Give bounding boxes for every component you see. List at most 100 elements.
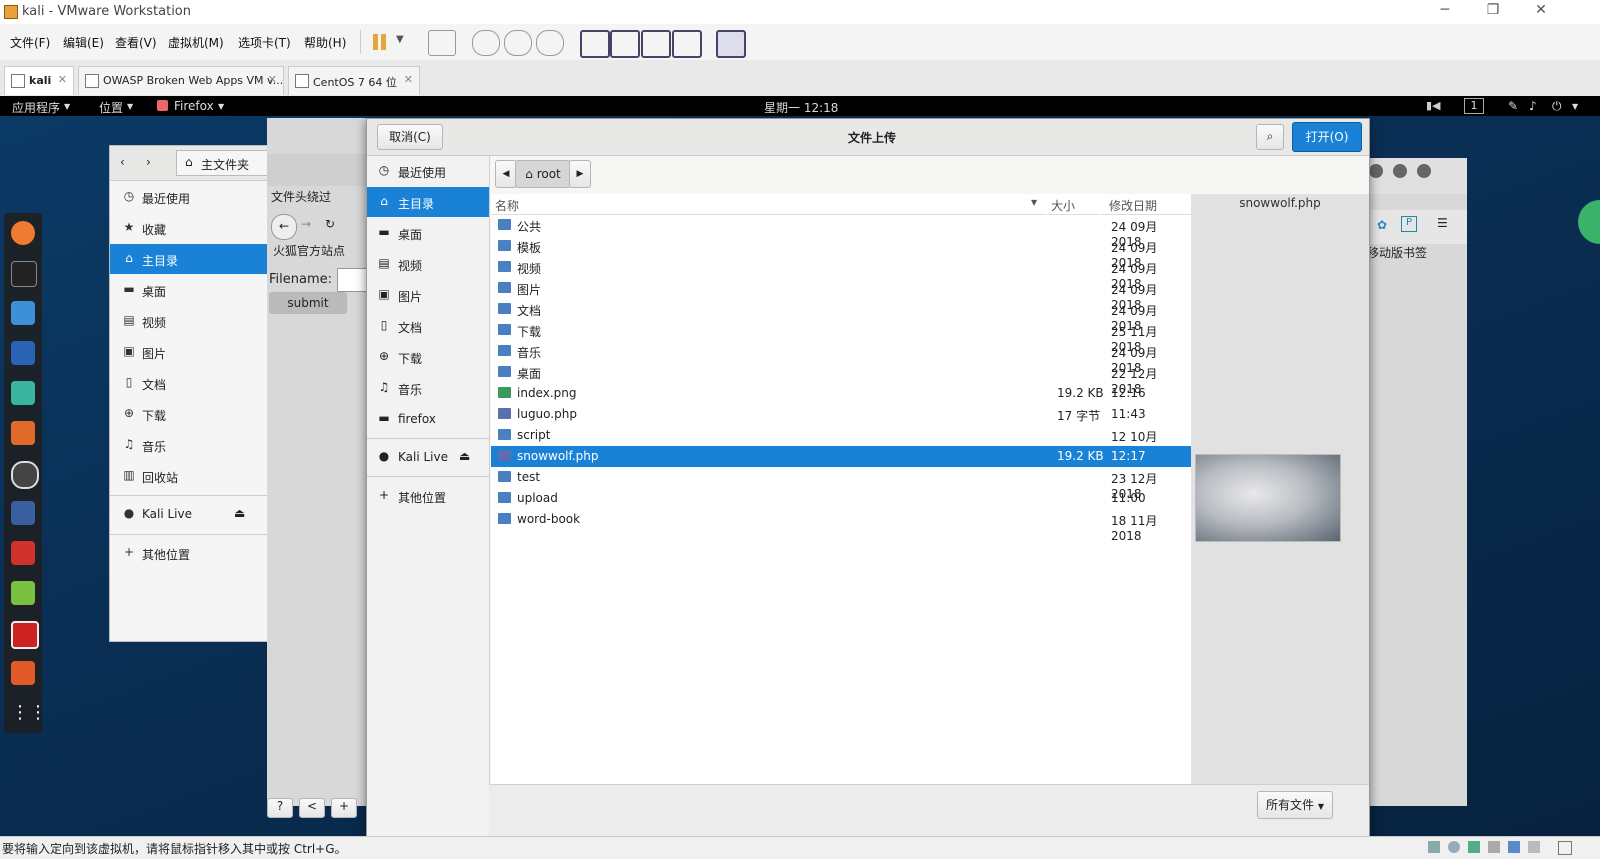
firefox-menu[interactable]: Firefox	[174, 99, 214, 113]
file-row[interactable]: index.png 19.2 KB 12:16	[491, 383, 1191, 404]
file-filter-select[interactable]: 所有文件 ▼	[1257, 791, 1333, 819]
usb-icon[interactable]	[1488, 841, 1500, 853]
sidebar-item-other-locations[interactable]: + 其他位置	[110, 538, 268, 568]
menu-help[interactable]: 帮助(H)	[304, 34, 346, 51]
file-row[interactable]: luguo.php 17 字节 11:43	[491, 404, 1191, 425]
column-name[interactable]: 名称 ▼	[491, 194, 1045, 215]
file-row[interactable]: upload 11:00	[491, 488, 1191, 509]
back-icon[interactable]: ←	[271, 214, 297, 240]
back-icon[interactable]: ‹	[120, 155, 125, 169]
maximize-icon[interactable]	[1393, 164, 1407, 178]
show-library-icon[interactable]	[580, 30, 610, 58]
close-icon[interactable]: ✕	[1518, 2, 1564, 22]
close-icon[interactable]	[1417, 164, 1431, 178]
burpsuite-icon[interactable]	[11, 421, 35, 445]
sidebar-item-firefox[interactable]: ▬ firefox	[367, 404, 489, 434]
sidebar-item-home[interactable]: ⌂ 主目录	[367, 187, 489, 217]
network-icon[interactable]	[1468, 841, 1480, 853]
pause-icon[interactable]	[368, 30, 394, 54]
console-view-icon[interactable]	[716, 30, 746, 58]
close-icon[interactable]: ✕	[404, 73, 413, 86]
path-segment-root[interactable]: ⌂ root	[515, 160, 571, 188]
file-input[interactable]	[337, 268, 369, 292]
menu-view[interactable]: 查看(V)	[115, 34, 157, 51]
add-button[interactable]: +	[331, 798, 357, 818]
sound-icon[interactable]	[1508, 841, 1520, 853]
sidebar-item-desktop[interactable]: ▬ 桌面	[110, 275, 268, 305]
sidebar-item-trash[interactable]: ▥ 回收站	[110, 461, 268, 491]
pause-dropdown-icon[interactable]: ▼	[396, 34, 404, 45]
close-icon[interactable]: ✕	[268, 73, 277, 86]
file-row[interactable]: 音乐 24 09月 2018	[491, 341, 1191, 375]
workspace-indicator[interactable]: 1	[1464, 98, 1484, 114]
file-row[interactable]: 模板 24 09月 2018	[491, 236, 1191, 270]
forward-icon[interactable]: →	[301, 217, 311, 231]
menu-file[interactable]: 文件(F)	[10, 34, 50, 51]
unity-icon[interactable]	[672, 30, 702, 58]
faraday-icon[interactable]	[11, 541, 35, 565]
menu-icon[interactable]: ☰	[1437, 216, 1448, 230]
maltego-icon[interactable]	[11, 461, 39, 489]
search-icon[interactable]: ⌕	[1256, 124, 1284, 150]
fullscreen-icon[interactable]	[641, 30, 671, 58]
path-forward-icon[interactable]: ▶	[569, 160, 591, 188]
applications-menu[interactable]: 应用程序	[12, 99, 60, 116]
volume-icon[interactable]: ♪	[1529, 99, 1537, 113]
display-icon[interactable]	[1528, 841, 1540, 853]
sidebar-item-music[interactable]: ♫ 音乐	[110, 430, 268, 460]
revert-snapshot-icon[interactable]	[504, 30, 532, 56]
eject-icon[interactable]: ⏏	[234, 506, 245, 520]
eject-icon[interactable]: ⏏	[459, 449, 470, 463]
file-row[interactable]: 公共 24 09月 2018	[491, 215, 1191, 249]
minimize-icon[interactable]: ─	[1422, 2, 1468, 22]
extension-icon[interactable]: ✿	[1377, 218, 1387, 232]
sidebar-item-videos[interactable]: ▤ 视频	[110, 306, 268, 336]
mobile-bookmarks[interactable]: 移动版书签	[1367, 244, 1427, 261]
parking-icon[interactable]: P	[1401, 216, 1417, 232]
file-row[interactable]: test 23 12月 2018	[491, 467, 1191, 501]
sidebar-item-home[interactable]: ⌂ 主目录	[110, 244, 268, 274]
sidebar-item-other-locations[interactable]: + 其他位置	[367, 481, 489, 511]
sidebar-item-desktop[interactable]: ▬ 桌面	[367, 218, 489, 248]
app-grid-icon[interactable]: ⋮⋮	[11, 701, 47, 725]
sidebar-item-pictures[interactable]: ▣ 图片	[367, 280, 489, 310]
column-modified[interactable]: 修改日期	[1101, 194, 1191, 215]
armitage-icon[interactable]	[11, 381, 35, 405]
sidebar-item-documents[interactable]: ▯ 文档	[367, 311, 489, 341]
snapshot-manager-icon[interactable]	[536, 30, 564, 56]
tab-owasp[interactable]: OWASP Broken Web Apps VM v... ✕	[78, 66, 284, 95]
metasploit-icon[interactable]	[11, 341, 35, 365]
file-row[interactable]: 桌面 22 12月 2018	[491, 362, 1191, 396]
file-row[interactable]: 视频 24 09月 2018	[491, 257, 1191, 291]
firefox-icon[interactable]	[11, 221, 35, 245]
places-menu[interactable]: 位置	[99, 99, 123, 116]
reload-icon[interactable]: ↻	[325, 217, 335, 231]
sidebar-item-documents[interactable]: ▯ 文档	[110, 368, 268, 398]
location-button[interactable]: ⌂ 主文件夹	[176, 150, 268, 176]
file-row[interactable]: snowwolf.php 19.2 KB 12:17	[491, 446, 1191, 467]
tab-kali[interactable]: kali ✕	[4, 66, 74, 95]
sidebar-item-downloads[interactable]: ⊕ 下载	[367, 342, 489, 372]
sidebar-item-pictures[interactable]: ▣ 图片	[110, 337, 268, 367]
sidebar-item-recent[interactable]: ◷ 最近使用	[367, 156, 489, 186]
menu-tabs[interactable]: 选项卡(T)	[238, 34, 291, 51]
message-icon[interactable]	[1558, 841, 1572, 855]
restore-icon[interactable]: ❐	[1470, 2, 1516, 22]
cd-icon[interactable]	[1448, 841, 1460, 853]
sidebar-item-recent[interactable]: ◷ 最近使用	[110, 182, 268, 212]
send-ctrl-alt-del-icon[interactable]	[428, 30, 456, 56]
file-row[interactable]: 文档 24 09月 2018	[491, 299, 1191, 333]
file-row[interactable]: script12 10月 2018	[491, 425, 1191, 459]
folder-icon[interactable]	[11, 301, 35, 325]
pen-icon[interactable]: ✎	[1508, 99, 1518, 113]
close-icon[interactable]: ✕	[58, 73, 67, 86]
column-size[interactable]: 大小	[1047, 194, 1099, 215]
help-button[interactable]: ?	[267, 798, 293, 818]
cancel-button[interactable]: 取消(C)	[377, 124, 443, 150]
sidebar-item-kali-live[interactable]: ● Kali Live ⏏	[110, 499, 268, 529]
beef-icon[interactable]	[11, 501, 35, 525]
sidebar-item-downloads[interactable]: ⊕ 下载	[110, 399, 268, 429]
menu-vm[interactable]: 虚拟机(M)	[168, 34, 224, 51]
bookmark-firefox[interactable]: 火狐官方站点	[273, 242, 345, 259]
clock[interactable]: 星期一 12:18	[764, 99, 838, 116]
